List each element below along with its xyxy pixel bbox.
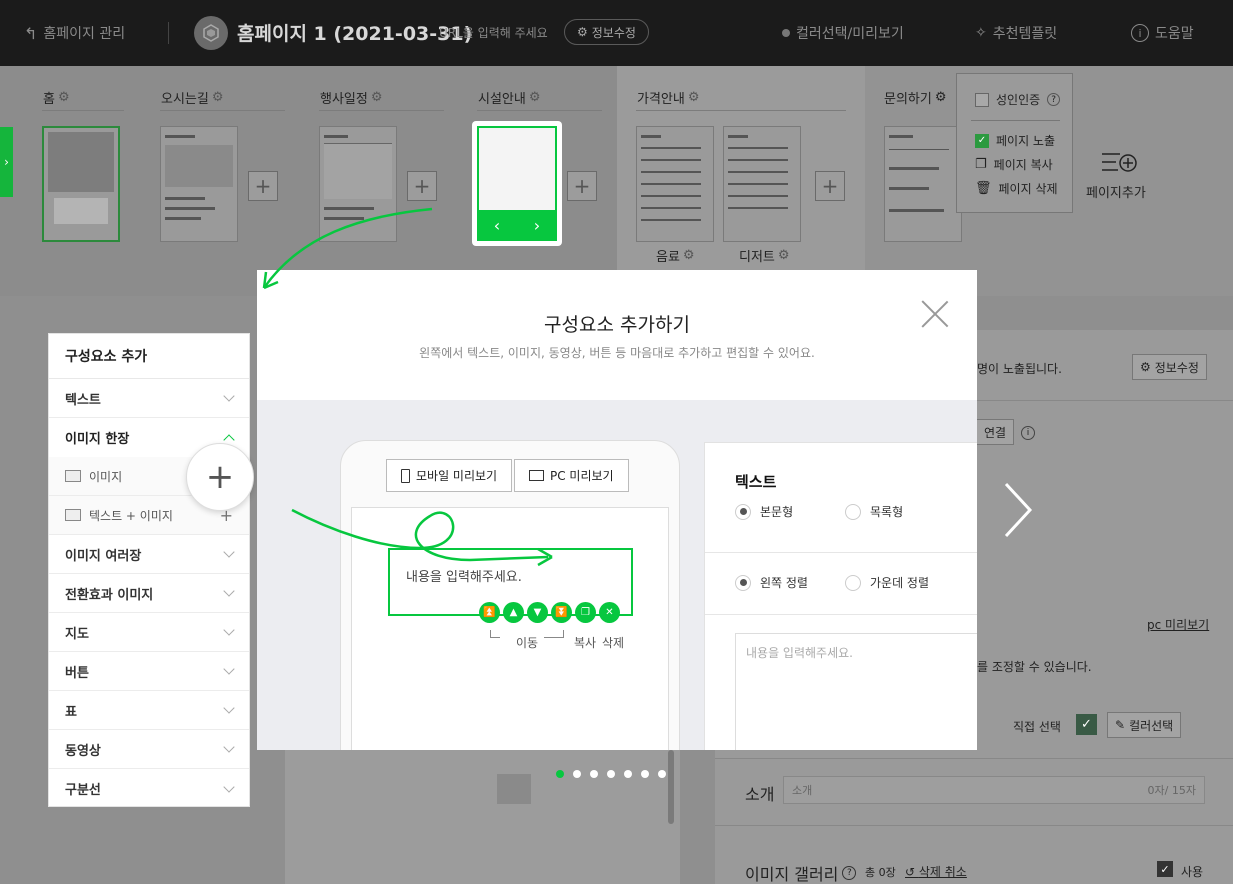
pager-dot[interactable] — [573, 770, 581, 778]
pager-dot[interactable] — [658, 770, 666, 778]
pager-dot[interactable] — [641, 770, 649, 778]
pager-dot[interactable] — [607, 770, 615, 778]
annotation-overlay — [262, 207, 553, 567]
chevron-right-icon[interactable] — [1000, 480, 1040, 540]
annotation-arrow — [262, 207, 433, 289]
annotation-arrow — [291, 508, 549, 562]
pager-dot[interactable] — [590, 770, 598, 778]
pager-dot-active[interactable] — [556, 770, 564, 778]
pager-dot[interactable] — [624, 770, 632, 778]
slide-pager — [556, 770, 666, 778]
